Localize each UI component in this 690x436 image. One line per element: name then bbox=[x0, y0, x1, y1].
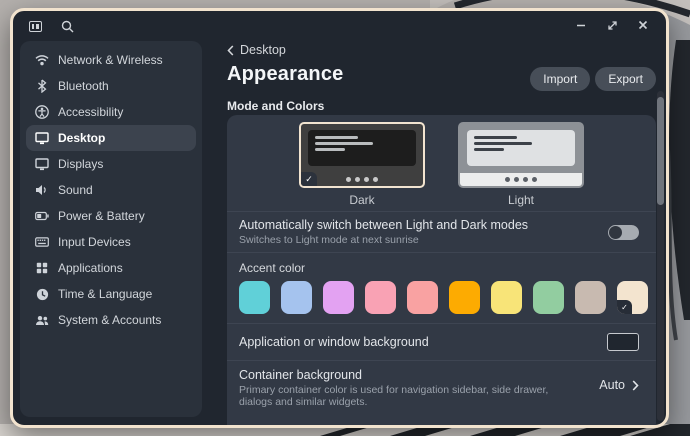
auto-switch-row: Automatically switch between Light and D… bbox=[227, 212, 656, 252]
sidebar-item-label: Time & Language bbox=[58, 287, 152, 301]
accent-swatch-cyan[interactable] bbox=[239, 281, 270, 314]
sidebar-item-label: Applications bbox=[58, 261, 123, 275]
app-background-label: Application or window background bbox=[239, 335, 429, 349]
light-mode-label: Light bbox=[508, 193, 534, 207]
settings-window: Network & Wireless Bluetooth Accessibili… bbox=[10, 8, 669, 428]
section-heading: Mode and Colors bbox=[227, 99, 656, 113]
sidebar-item-network-wireless[interactable]: Network & Wireless bbox=[26, 47, 196, 73]
container-background-title: Container background bbox=[239, 368, 584, 382]
chevron-left-icon bbox=[227, 45, 234, 56]
search-icon[interactable] bbox=[59, 18, 75, 34]
scrollbar-thumb[interactable] bbox=[657, 97, 664, 205]
sidebar-item-desktop[interactable]: Desktop bbox=[26, 125, 196, 151]
accent-swatch-orange[interactable] bbox=[449, 281, 480, 314]
sidebar-item-label: Bluetooth bbox=[58, 79, 109, 93]
sidebar-item-label: Accessibility bbox=[58, 105, 123, 119]
back-button[interactable]: Desktop bbox=[227, 43, 297, 57]
desktop: Network & Wireless Bluetooth Accessibili… bbox=[0, 0, 690, 436]
accent-swatch-salmon[interactable] bbox=[407, 281, 438, 314]
sidebar-item-applications[interactable]: Applications bbox=[26, 255, 196, 281]
light-mode-preview bbox=[458, 122, 584, 188]
accent-swatch-purple[interactable] bbox=[323, 281, 354, 314]
accent-swatch-cream-selected[interactable]: ✓ bbox=[617, 281, 648, 314]
container-background-row[interactable]: Container background Primary container c… bbox=[227, 361, 656, 415]
accent-swatch-green[interactable] bbox=[533, 281, 564, 314]
app-background-row: Application or window background bbox=[227, 324, 656, 360]
bluetooth-icon bbox=[35, 79, 49, 93]
sidebar-item-label: Input Devices bbox=[58, 235, 131, 249]
dark-mode-label: Dark bbox=[349, 193, 374, 207]
sidebar-item-sound[interactable]: Sound bbox=[26, 177, 196, 203]
wifi-icon bbox=[35, 53, 49, 67]
sidebar-item-label: System & Accounts bbox=[58, 313, 161, 327]
desktop-icon bbox=[35, 131, 49, 145]
minimize-button[interactable] bbox=[572, 16, 590, 34]
back-label: Desktop bbox=[240, 43, 286, 57]
sidebar-item-bluetooth[interactable]: Bluetooth bbox=[26, 73, 196, 99]
mode-picker: ✓ Dark bbox=[227, 115, 656, 211]
chevron-right-icon bbox=[632, 380, 639, 391]
selected-check-icon: ✓ bbox=[617, 300, 632, 314]
battery-icon bbox=[35, 209, 49, 223]
accent-swatch-blue[interactable] bbox=[281, 281, 312, 314]
scrollbar-track[interactable] bbox=[657, 91, 664, 421]
appearance-page: Desktop Appearance Import Export Mode an… bbox=[227, 41, 656, 425]
container-background-subtitle: Primary container color is used for navi… bbox=[239, 384, 584, 408]
accent-color-label: Accent color bbox=[239, 261, 644, 275]
keyboard-icon bbox=[35, 235, 49, 249]
sidebar-item-label: Sound bbox=[58, 183, 93, 197]
sidebar-item-displays[interactable]: Displays bbox=[26, 151, 196, 177]
titlebar bbox=[13, 11, 666, 41]
accent-swatch-taupe[interactable] bbox=[575, 281, 606, 314]
sidebar-item-time-language[interactable]: Time & Language bbox=[26, 281, 196, 307]
users-icon bbox=[35, 313, 49, 327]
sidebar-item-label: Power & Battery bbox=[58, 209, 145, 223]
container-background-value[interactable]: Auto bbox=[599, 378, 639, 392]
settings-sidebar: Network & Wireless Bluetooth Accessibili… bbox=[20, 41, 202, 417]
app-grid-icon bbox=[35, 261, 49, 275]
accent-color-row: Accent color ✓ bbox=[227, 253, 656, 323]
auto-switch-title: Automatically switch between Light and D… bbox=[239, 218, 528, 232]
sidebar-item-system-accounts[interactable]: System & Accounts bbox=[26, 307, 196, 333]
sidebar-item-power-battery[interactable]: Power & Battery bbox=[26, 203, 196, 229]
sidebar-item-label: Desktop bbox=[58, 131, 105, 145]
sidebar-item-accessibility[interactable]: Accessibility bbox=[26, 99, 196, 125]
clock-icon bbox=[35, 287, 49, 301]
dark-mode-preview: ✓ bbox=[299, 122, 425, 188]
accent-swatches: ✓ bbox=[239, 281, 656, 314]
selected-check-icon: ✓ bbox=[301, 172, 317, 186]
light-mode-option[interactable]: Light bbox=[458, 122, 584, 211]
auto-switch-toggle[interactable] bbox=[608, 225, 639, 240]
mode-and-colors-card: ✓ Dark bbox=[227, 115, 656, 425]
dark-mode-option[interactable]: ✓ Dark bbox=[299, 122, 425, 211]
accessibility-icon bbox=[35, 105, 49, 119]
settings-app-icon[interactable] bbox=[27, 18, 43, 34]
speaker-icon bbox=[35, 183, 49, 197]
display-icon bbox=[35, 157, 49, 171]
export-button[interactable]: Export bbox=[595, 67, 656, 91]
auto-switch-subtitle: Switches to Light mode at next sunrise bbox=[239, 234, 528, 246]
app-background-swatch[interactable] bbox=[607, 333, 639, 351]
accent-swatch-yellow[interactable] bbox=[491, 281, 522, 314]
maximize-button[interactable] bbox=[603, 16, 621, 34]
sidebar-item-label: Network & Wireless bbox=[58, 53, 163, 67]
sidebar-item-input-devices[interactable]: Input Devices bbox=[26, 229, 196, 255]
close-icon[interactable] bbox=[634, 16, 652, 34]
accent-swatch-pink[interactable] bbox=[365, 281, 396, 314]
import-button[interactable]: Import bbox=[530, 67, 590, 91]
sidebar-item-label: Displays bbox=[58, 157, 103, 171]
